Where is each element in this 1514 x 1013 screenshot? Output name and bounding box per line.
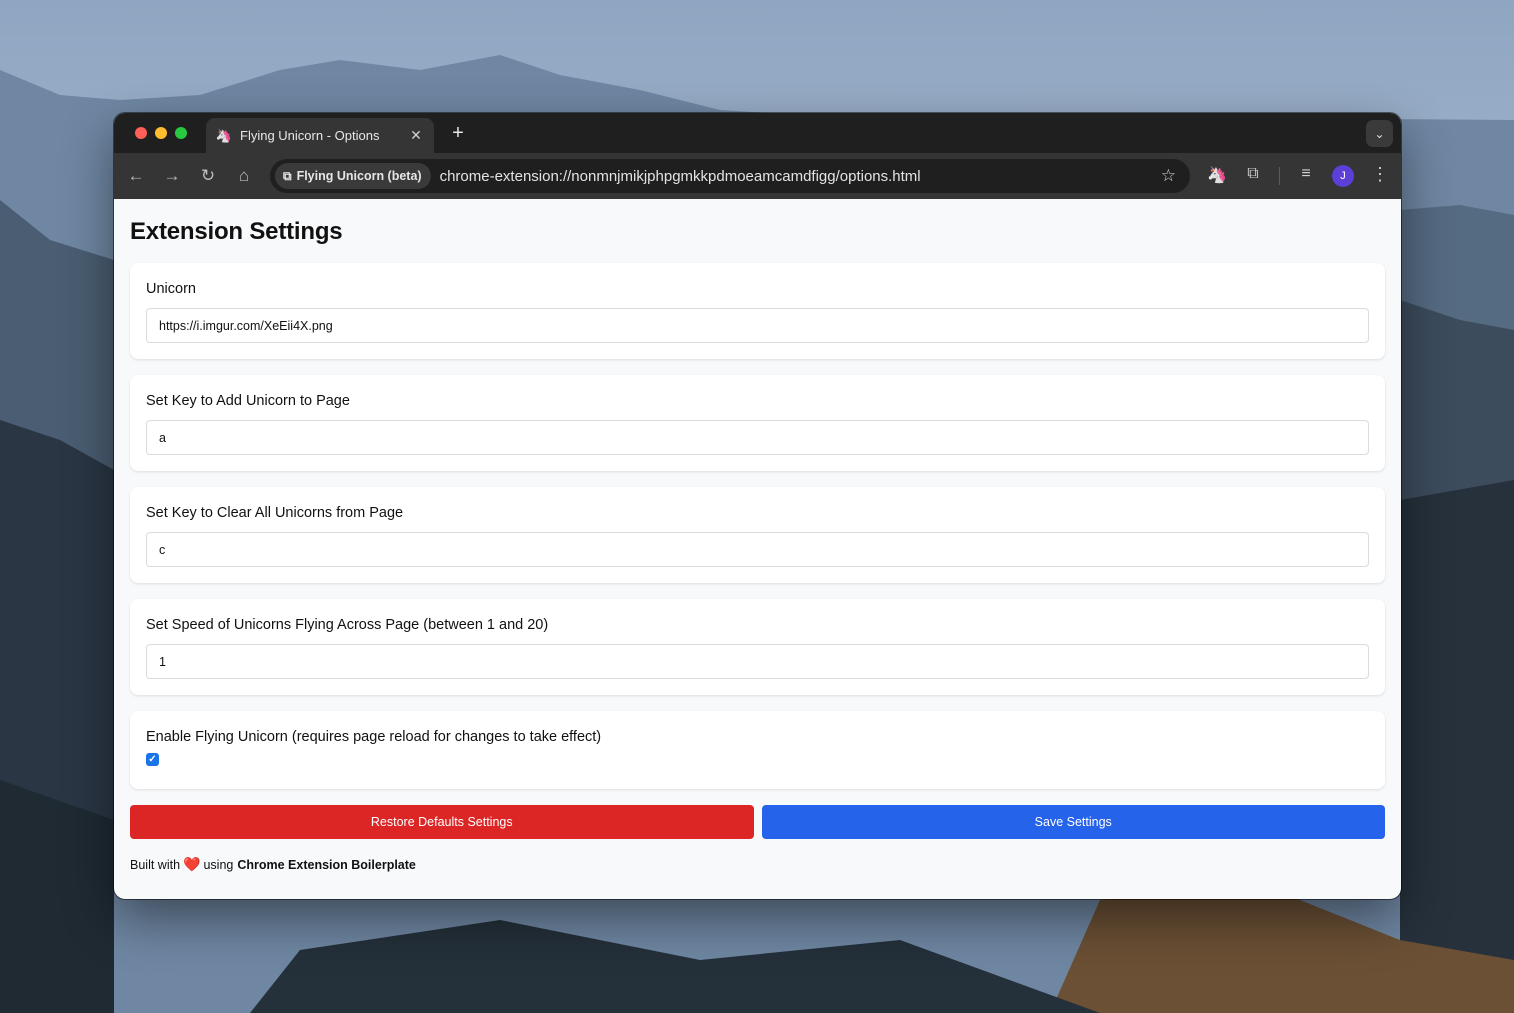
clear-key-label: Set Key to Clear All Unicorns from Page: [146, 505, 404, 521]
toolbar-separator: [1279, 167, 1280, 185]
save-settings-button[interactable]: Save Settings: [761, 805, 1385, 839]
action-buttons: Restore Defaults Settings Save Settings: [130, 805, 1385, 839]
unicorn-icon: 🦄: [215, 127, 233, 143]
back-button[interactable]: ←: [125, 165, 147, 187]
browser-toolbar: ← → ↻ ⌂ ⧉ Flying Unicorn (beta) chrome-e…: [114, 153, 1401, 199]
new-tab-button[interactable]: +: [448, 122, 468, 144]
options-page: Extension Settings Unicorn Set Key to Ad…: [114, 199, 1401, 899]
enable-card: Enable Flying Unicorn (requires page rel…: [130, 711, 1385, 789]
footer-prefix: Built with: [130, 857, 181, 872]
speed-input[interactable]: [146, 644, 1369, 679]
enable-checkbox[interactable]: ✓: [146, 753, 159, 766]
chip-label: Flying Unicorn (beta): [296, 169, 422, 183]
forward-arrow-icon: →: [163, 166, 181, 185]
footer-middle: using: [203, 857, 234, 872]
back-arrow-icon: ←: [127, 166, 145, 185]
reload-icon: ↻: [200, 166, 216, 185]
home-icon: ⌂: [238, 166, 250, 185]
reload-button[interactable]: ↻: [197, 165, 219, 187]
enable-label: Enable Flying Unicorn (requires page rel…: [146, 729, 602, 745]
footer: Built with ❤️ using Chrome Extension Boi…: [130, 856, 1385, 873]
boilerplate-link[interactable]: Chrome Extension Boilerplate: [237, 858, 416, 872]
speed-label: Set Speed of Unicorns Flying Across Page…: [146, 617, 549, 633]
restore-defaults-button[interactable]: Restore Defaults Settings: [130, 805, 754, 839]
chevron-down-icon: ⌄: [1374, 126, 1385, 141]
tab-title: Flying Unicorn - Options: [240, 128, 380, 143]
speed-card: Set Speed of Unicorns Flying Across Page…: [130, 599, 1385, 695]
unicorn-url-card: Unicorn: [130, 263, 1385, 359]
bookmark-star-icon[interactable]: ☆: [1161, 166, 1176, 186]
tab-search-button[interactable]: ⌄: [1366, 120, 1393, 147]
tab-strip: 🦄 Flying Unicorn - Options ✕ + ⌄: [114, 113, 1401, 153]
address-bar[interactable]: ⧉ Flying Unicorn (beta) chrome-extension…: [270, 159, 1190, 193]
reading-list-icon[interactable]: ≡: [1295, 165, 1317, 183]
unicorn-url-input[interactable]: [146, 308, 1369, 343]
page-title: Extension Settings: [130, 218, 343, 245]
close-tab-icon[interactable]: ✕: [408, 127, 424, 144]
clear-key-card: Set Key to Clear All Unicorns from Page: [130, 487, 1385, 583]
unicorn-url-label: Unicorn: [146, 281, 196, 297]
maximize-window-button[interactable]: [175, 127, 187, 139]
add-key-label: Set Key to Add Unicorn to Page: [146, 393, 350, 409]
browser-menu-icon[interactable]: ⋮: [1371, 164, 1389, 185]
heart-icon: ❤️: [183, 856, 201, 872]
extension-puzzle-icon: ⧉: [283, 168, 292, 183]
forward-button[interactable]: →: [161, 165, 183, 187]
site-info-chip[interactable]: ⧉ Flying Unicorn (beta): [275, 163, 431, 189]
browser-window: 🦄 Flying Unicorn - Options ✕ + ⌄ ← → ↻ ⌂…: [114, 113, 1401, 899]
add-key-card: Set Key to Add Unicorn to Page: [130, 375, 1385, 471]
home-button[interactable]: ⌂: [233, 165, 255, 187]
url-text[interactable]: chrome-extension://nonmnjmikjphpgmkkpdmo…: [440, 168, 921, 185]
profile-avatar[interactable]: J: [1332, 165, 1354, 187]
close-window-button[interactable]: [135, 127, 147, 139]
tab-flying-unicorn-options[interactable]: 🦄 Flying Unicorn - Options ✕: [206, 118, 434, 153]
add-key-input[interactable]: [146, 420, 1369, 455]
checkmark-icon: ✓: [148, 754, 157, 765]
clear-key-input[interactable]: [146, 532, 1369, 567]
minimize-window-button[interactable]: [155, 127, 167, 139]
extensions-puzzle-icon[interactable]: ⧉: [1242, 165, 1264, 183]
unicorn-extension-icon[interactable]: 🦄: [1206, 165, 1228, 185]
